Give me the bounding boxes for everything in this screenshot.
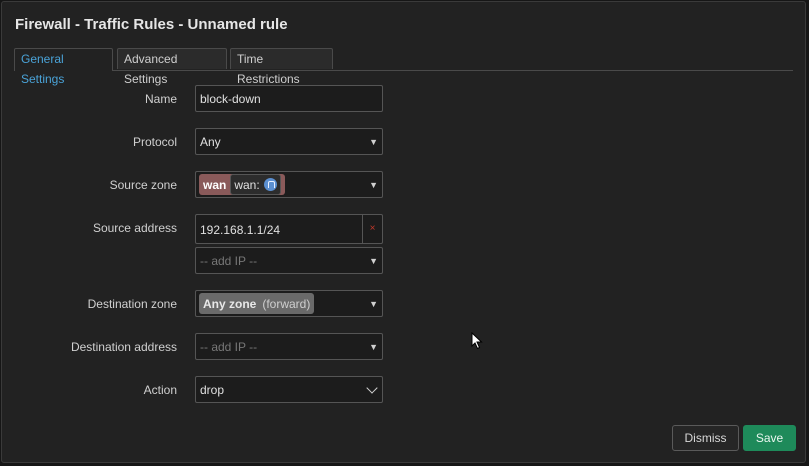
source-address-add-placeholder: -- add IP -- — [200, 254, 258, 268]
tab-general-settings[interactable]: General Settings — [14, 48, 113, 86]
destination-zone-name: Any zone — [203, 296, 257, 311]
action-label: Action — [143, 383, 177, 397]
caret-down-icon: ▼ — [369, 299, 378, 309]
caret-down-icon: ▼ — [369, 137, 378, 147]
remove-address-button[interactable]: × — [362, 215, 382, 243]
source-zone-network-label: wan: — [234, 177, 260, 192]
destination-zone-chip: Any zone (forward) — [199, 293, 315, 314]
tab-bar: General Settings Advanced Settings Time … — [14, 48, 793, 86]
action-select[interactable]: drop — [195, 376, 383, 403]
tab-time-restrictions[interactable]: Time Restrictions — [230, 48, 333, 86]
source-zone-label: Source zone — [109, 178, 177, 192]
name-input[interactable]: block-down — [195, 85, 383, 112]
protocol-select[interactable]: Any ▼ — [195, 128, 383, 155]
destination-address-label: Destination address — [70, 340, 177, 354]
destination-zone-label: Destination zone — [87, 297, 177, 311]
source-address-value: 192.168.1.1/24 — [200, 223, 281, 237]
mouse-cursor-icon — [471, 332, 483, 350]
caret-down-icon: ▼ — [369, 256, 378, 266]
source-address-add-select[interactable]: -- add IP -- ▼ — [195, 247, 383, 274]
dialog-title: Firewall - Traffic Rules - Unnamed rule — [15, 16, 288, 33]
source-zone-network: wan: — [230, 174, 281, 195]
protocol-label: Protocol — [132, 135, 177, 149]
chevron-down-icon — [366, 382, 378, 394]
destination-address-add-select[interactable]: -- add IP -- ▼ — [195, 333, 383, 360]
source-zone-chip: wan wan: — [199, 174, 285, 195]
source-zone-name: wan — [203, 177, 227, 192]
save-button[interactable]: Save — [743, 425, 796, 451]
caret-down-icon: ▼ — [369, 342, 378, 352]
tab-advanced-settings[interactable]: Advanced Settings — [117, 48, 227, 86]
name-label: Name — [144, 92, 177, 106]
source-address-input[interactable]: 192.168.1.1/24 × — [195, 214, 383, 244]
source-address-label: Source address — [92, 221, 177, 235]
source-zone-select[interactable]: wan wan: ▼ — [195, 171, 383, 198]
destination-address-add-placeholder: -- add IP -- — [200, 340, 258, 354]
network-icon — [263, 178, 277, 191]
caret-down-icon: ▼ — [369, 180, 378, 190]
name-value: block-down — [200, 92, 261, 106]
protocol-value: Any — [200, 135, 221, 149]
action-value: drop — [200, 383, 225, 397]
dismiss-button[interactable]: Dismiss — [672, 425, 739, 451]
destination-zone-select[interactable]: Any zone (forward) ▼ — [195, 290, 383, 317]
destination-zone-suffix: (forward) — [262, 296, 311, 311]
rule-dialog: Firewall - Traffic Rules - Unnamed rule … — [1, 1, 806, 463]
